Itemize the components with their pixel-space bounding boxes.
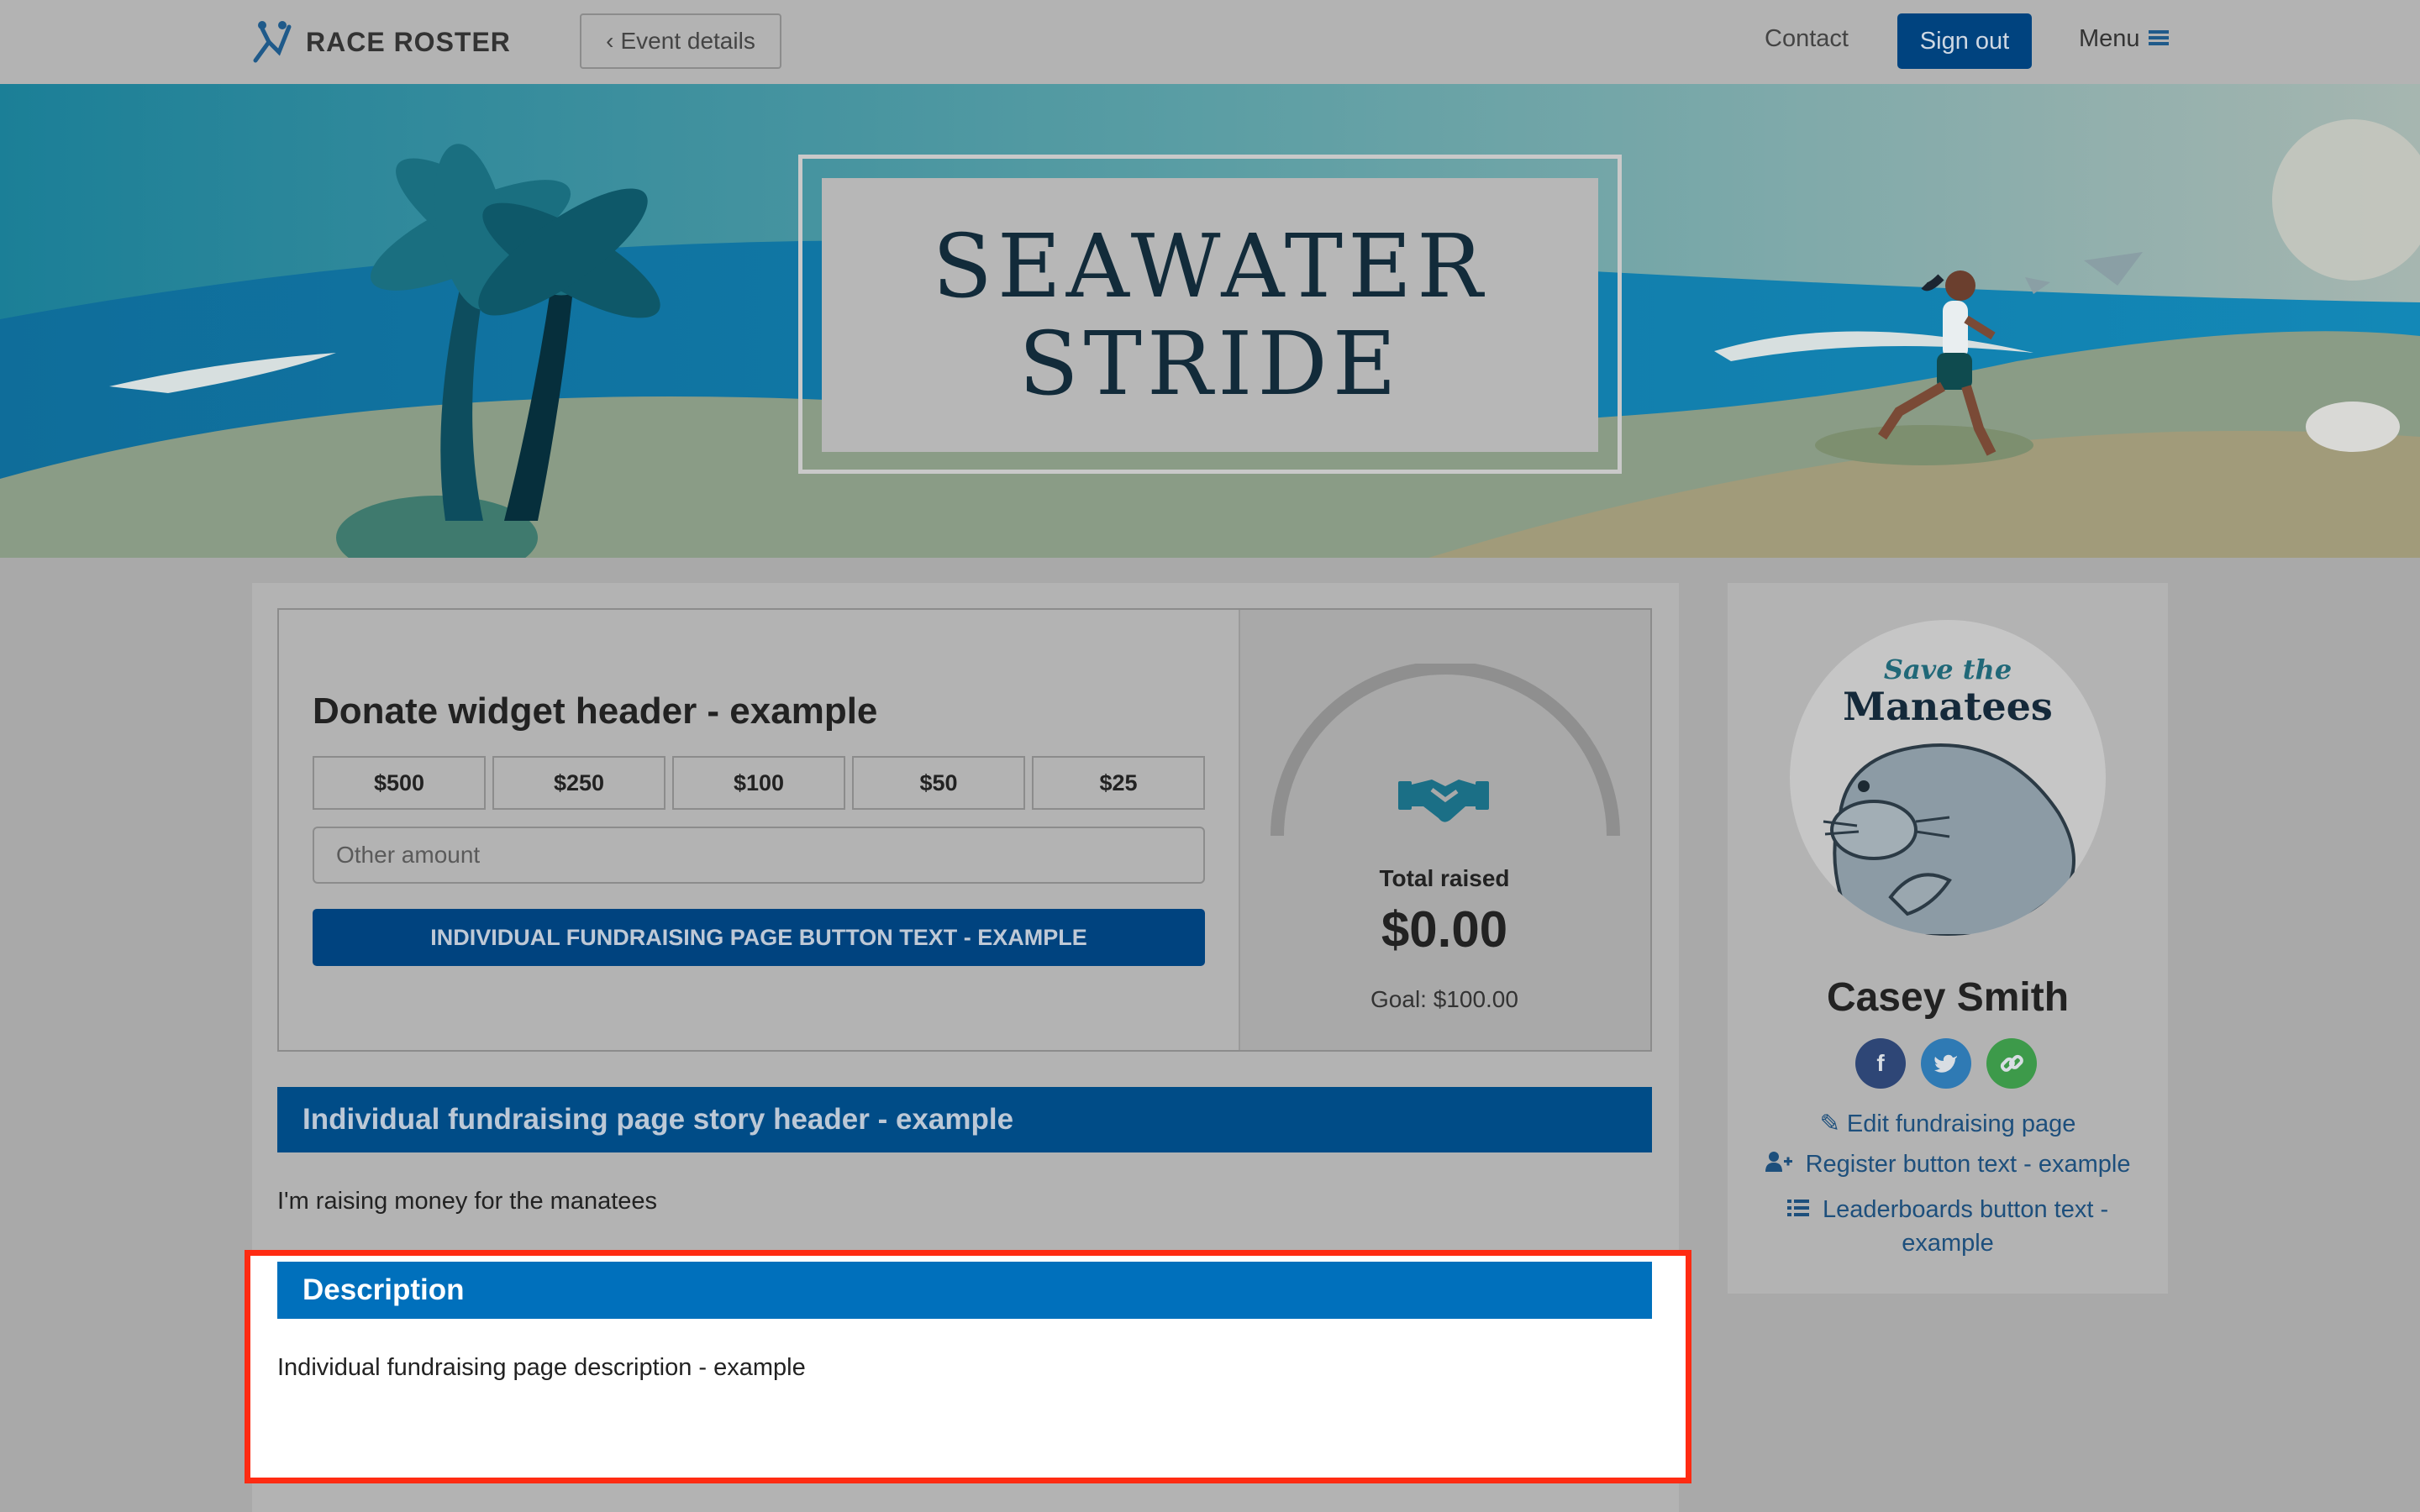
donate-button[interactable]: INDIVIDUAL FUNDRAISING PAGE BUTTON TEXT … [313, 909, 1205, 966]
social-share-buttons: f [1855, 1038, 2037, 1089]
handshake-icon [1398, 768, 1489, 832]
story-header: Individual fundraising page story header… [277, 1087, 1652, 1152]
amount-button-500[interactable]: $500 [313, 756, 486, 810]
story-text: I'm raising money for the manatees [277, 1188, 658, 1215]
brand-logo[interactable]: RACE ROSTER [250, 17, 511, 67]
top-nav: RACE ROSTER ‹ Event details Contact Sign… [0, 0, 2420, 84]
edit-fundraising-page-link[interactable]: ✎ Edit fundraising page [1728, 1109, 2168, 1138]
description-text: Individual fundraising page description … [277, 1354, 806, 1381]
contact-link[interactable]: Contact [1765, 25, 1849, 53]
race-roster-logo-icon [250, 17, 294, 68]
list-icon [1786, 1196, 1816, 1223]
register-link[interactable]: Register button text - example [1728, 1151, 2168, 1179]
manatee-icon [1823, 743, 2075, 936]
leaderboards-label-line2: example [1902, 1230, 1994, 1257]
leaderboards-label-line1: Leaderboards button text - [1822, 1196, 2109, 1223]
sign-out-button[interactable]: Sign out [1897, 13, 2032, 69]
hero-title-box: SEAWATER STRIDE [822, 178, 1598, 452]
hamburger-icon [2148, 25, 2169, 53]
twitter-icon[interactable] [1921, 1038, 1971, 1089]
total-raised-label: Total raised [1379, 865, 1510, 891]
amount-button-250[interactable]: $250 [492, 756, 666, 810]
donation-amounts: $500 $250 $100 $50 $25 [313, 756, 1205, 810]
menu-button[interactable]: Menu [2079, 25, 2169, 53]
event-details-label: Event details [620, 28, 755, 54]
brand-name: RACE ROSTER [306, 26, 511, 57]
profile-name: Casey Smith [1826, 975, 2070, 1020]
other-amount-input[interactable] [313, 827, 1205, 884]
menu-label: Menu [2079, 25, 2140, 52]
amount-button-50[interactable]: $50 [852, 756, 1025, 810]
hero-title-line2: STRIDE [1018, 312, 1402, 415]
description-header: Description [277, 1262, 1652, 1319]
goal-amount: Goal: $100.00 [1370, 986, 1518, 1012]
hero-banner: SEAWATER STRIDE [0, 84, 2420, 558]
edit-fundraising-page-label: Edit fundraising page [1846, 1110, 2076, 1137]
total-raised-amount: $0.00 [1381, 901, 1508, 958]
chevron-left-icon: ‹ [606, 28, 614, 54]
donate-widget-header: Donate widget header - example [313, 690, 878, 732]
facebook-icon[interactable]: f [1855, 1038, 1906, 1089]
user-plus-icon [1765, 1151, 1799, 1178]
amount-button-25[interactable]: $25 [1032, 756, 1205, 810]
hero-title-line1: SEAWATER [932, 215, 1488, 318]
avatar: Save the Manatees [1790, 620, 2106, 936]
event-details-button[interactable]: ‹ Event details [580, 13, 781, 69]
amount-button-100[interactable]: $100 [672, 756, 845, 810]
register-label: Register button text - example [1805, 1151, 2131, 1178]
pencil-icon: ✎ [1819, 1110, 1840, 1137]
leaderboards-link[interactable]: Leaderboards button text - example [1728, 1193, 2168, 1260]
link-icon[interactable] [1986, 1038, 2037, 1089]
